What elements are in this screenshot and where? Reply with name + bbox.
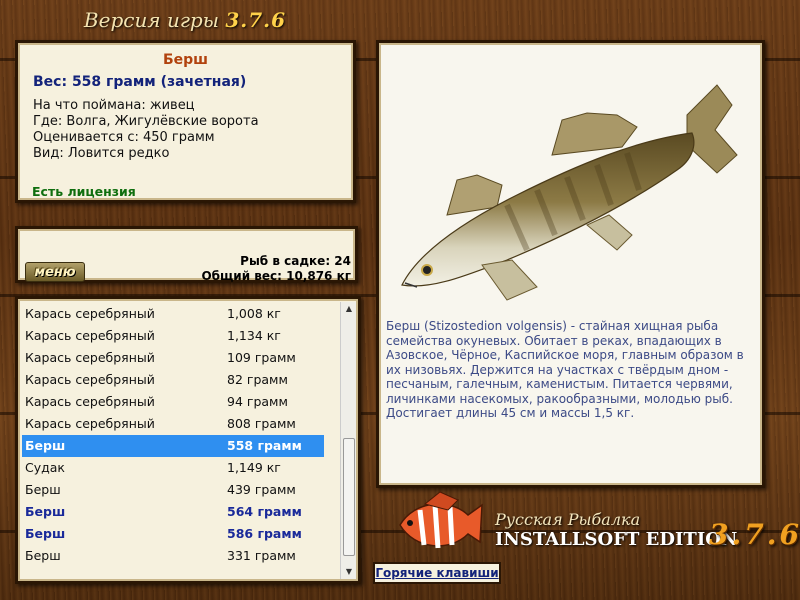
- catch-info-panel: Берш Вес: 558 грамм (зачетная) На что по…: [15, 40, 356, 203]
- list-item-fish-name: Карась серебряный: [25, 350, 155, 365]
- list-item[interactable]: Берш 586 грамм: [22, 523, 324, 545]
- list-item-fish-name: Берш: [25, 504, 66, 519]
- cage-stats: Рыб в садке: 24 Общий вес: 10,876 кг: [201, 254, 351, 284]
- list-item[interactable]: Судак 1,149 кг: [22, 457, 324, 479]
- list-item-weight: 1,149 кг: [227, 460, 281, 475]
- list-item-weight: 439 грамм: [227, 482, 296, 497]
- list-item-fish-name: Карась серебряный: [25, 328, 155, 343]
- brand-title: Русская Рыбалка: [495, 510, 641, 529]
- list-item-fish-name: Берш: [25, 548, 61, 563]
- list-item-weight: 331 грамм: [227, 548, 296, 563]
- fish-image-panel: Берш (Stizostedion volgensis) - стайная …: [376, 40, 765, 488]
- list-item-weight: 564 грамм: [227, 504, 302, 519]
- list-item-fish-name: Карась серебряный: [25, 394, 155, 409]
- scroll-down-icon[interactable]: ▼: [341, 565, 357, 579]
- list-item[interactable]: Карась серебряный 109 грамм: [22, 347, 324, 369]
- list-item-fish-name: Карась серебряный: [25, 416, 155, 431]
- list-item-weight: 82 грамм: [227, 372, 288, 387]
- list-item[interactable]: Карась серебряный 94 грамм: [22, 391, 324, 413]
- list-item-fish-name: Судак: [25, 460, 65, 475]
- cage-panel: меню Рыб в садке: 24 Общий вес: 10,876 к…: [15, 226, 358, 283]
- list-item[interactable]: Берш 331 грамм: [22, 545, 324, 567]
- list-item-fish-name: Берш: [25, 438, 66, 453]
- brand-edition: INSTALLSOFT EDITION: [495, 529, 738, 550]
- version-number: 3.7.6: [225, 8, 287, 32]
- bait-line: На что поймана: живец: [33, 98, 195, 113]
- list-item-weight: 808 грамм: [227, 416, 296, 431]
- scrollbar-thumb[interactable]: [343, 438, 355, 556]
- list-item[interactable]: Берш 558 грамм: [22, 435, 324, 457]
- hotkeys-link[interactable]: Горячие клавиши: [373, 562, 501, 584]
- threshold-line: Оценивается с: 450 грамм: [33, 130, 215, 145]
- list-item[interactable]: Карась серебряный 1,008 кг: [22, 303, 324, 325]
- list-item[interactable]: Карась серебряный 1,134 кг: [22, 325, 324, 347]
- license-status: Есть лицензия: [32, 184, 136, 199]
- rarity-line: Вид: Ловится редко: [33, 146, 170, 161]
- list-item[interactable]: Берш 439 грамм: [22, 479, 324, 501]
- cage-count: Рыб в садке: 24: [240, 254, 351, 268]
- list-item-fish-name: Карась серебряный: [25, 372, 155, 387]
- list-scrollbar[interactable]: ▲ ▼: [340, 302, 356, 579]
- fish-illustration: [401, 84, 738, 301]
- menu-button[interactable]: меню: [25, 262, 85, 282]
- fish-description: Берш (Stizostedion volgensis) - стайная …: [386, 319, 744, 420]
- fish-name: Берш: [162, 52, 209, 68]
- list-item-weight: 1,134 кг: [227, 328, 281, 343]
- list-item-weight: 109 грамм: [227, 350, 296, 365]
- brand-fish-logo: [399, 491, 483, 549]
- list-item-weight: 1,008 кг: [227, 306, 281, 321]
- location-line: Где: Волга, Жигулёвские ворота: [33, 114, 259, 129]
- list-item[interactable]: Карась серебряный 808 грамм: [22, 413, 324, 435]
- catch-list: Карась серебряный 1,008 кг Карась серебрян…: [15, 296, 361, 584]
- list-item-weight: 558 грамм: [227, 438, 302, 453]
- list-item-fish-name: Карась серебряный: [25, 306, 155, 321]
- brand-version: 3.7.6: [709, 518, 800, 551]
- list-item-weight: 586 грамм: [227, 526, 302, 541]
- list-item[interactable]: Берш 564 грамм: [22, 501, 324, 523]
- scroll-up-icon[interactable]: ▲: [341, 302, 357, 316]
- list-item[interactable]: Карась серебряный 82 грамм: [22, 369, 324, 391]
- version-label: Версия игры: [83, 8, 220, 32]
- catch-list-rows: Карась серебряный 1,008 кг Карась серебрян…: [22, 303, 324, 567]
- list-item-fish-name: Берш: [25, 526, 66, 541]
- list-item-fish-name: Берш: [25, 482, 61, 497]
- fish-weight: Вес: 558 грамм (зачетная): [33, 74, 247, 90]
- cage-total-weight: Общий вес: 10,876 кг: [201, 269, 351, 283]
- version-title: Версия игры 3.7.6: [0, 8, 370, 32]
- list-item-weight: 94 грамм: [227, 394, 288, 409]
